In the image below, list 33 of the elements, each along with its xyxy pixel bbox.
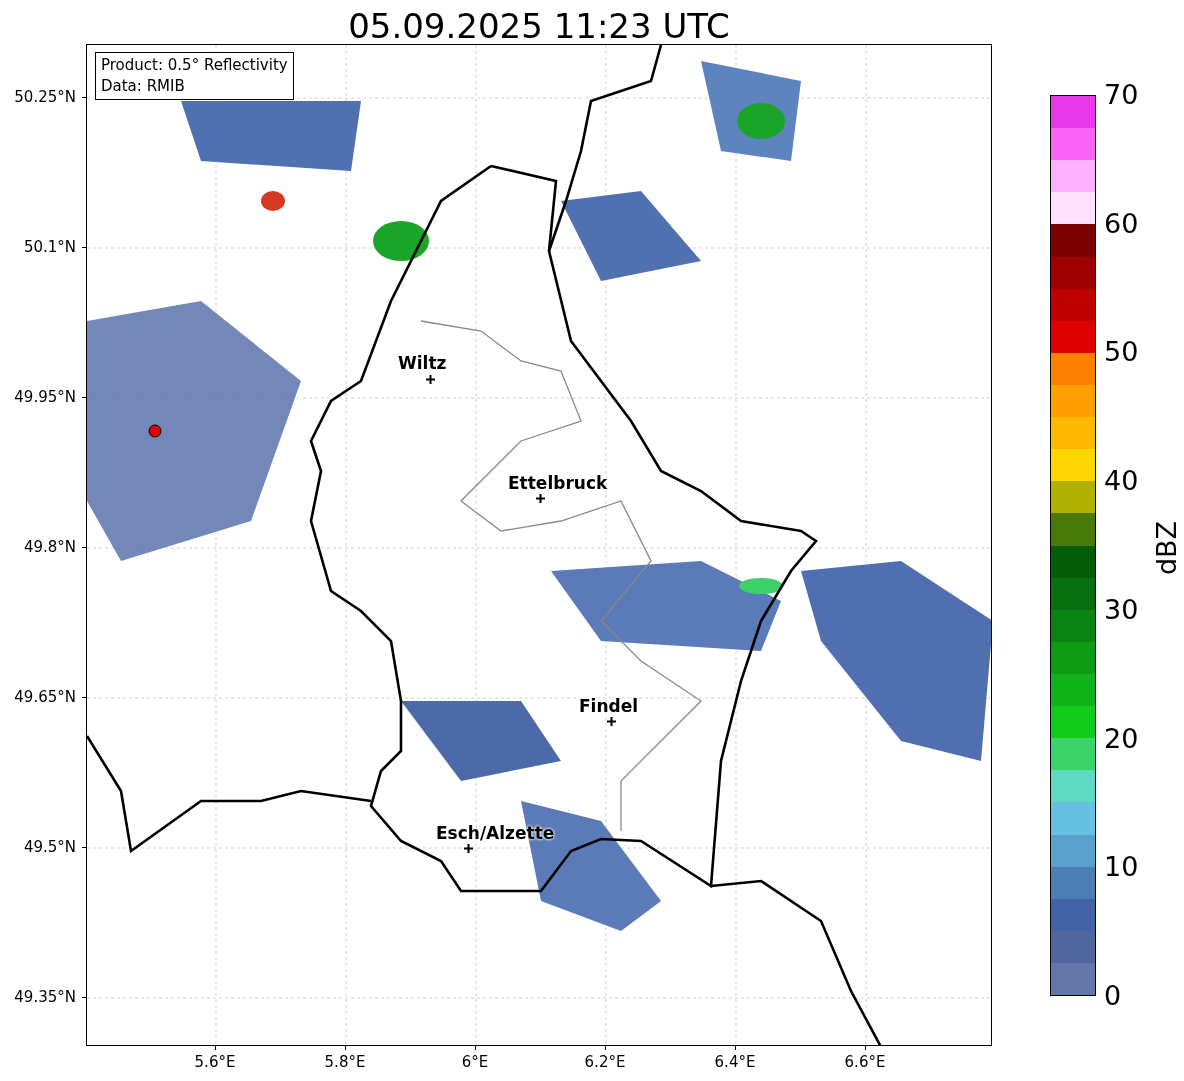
- axis-tick-label: 6°E: [460, 1053, 490, 1071]
- plus-marker-icon: [607, 717, 616, 726]
- axis-tick-label: 6.2°E: [583, 1053, 627, 1071]
- info-text: Data: RMIB: [101, 76, 186, 97]
- axis-tick-label: 49.65°N: [14, 688, 76, 706]
- axis-tick-label: 5.6°E: [193, 1053, 237, 1071]
- colorbar-tick-label: 70: [1104, 80, 1139, 110]
- place-label: Wiltz: [398, 353, 447, 373]
- plus-marker-icon: [464, 844, 473, 853]
- info-text: Product: 0.5° Reflectivity: [101, 55, 288, 76]
- colorbar-tick-label: 30: [1104, 594, 1139, 625]
- colorbar-tick-label: 0: [1104, 980, 1123, 1011]
- axis-tick-label: 6.4°E: [713, 1053, 757, 1071]
- axis-tick-label: 50.1°N: [23, 238, 76, 256]
- colorbar-tick-label: 40: [1104, 466, 1139, 497]
- colorbar-tick-label: 10: [1104, 852, 1139, 883]
- place-label: Ettelbruck: [508, 473, 608, 493]
- colorbar-tick-label: 20: [1104, 723, 1139, 754]
- plus-marker-icon: [536, 494, 545, 503]
- plus-marker-icon: [426, 375, 435, 384]
- axis-tick-label: 49.35°N: [14, 988, 76, 1006]
- axis-tick-label: 5.8°E: [323, 1053, 367, 1071]
- colorbar-label: dBZ: [1152, 520, 1183, 576]
- axis-tick-label: 49.5°N: [23, 838, 76, 856]
- axis-tick-label: 49.95°N: [14, 388, 76, 406]
- axis-tick-label: 49.8°N: [23, 538, 76, 556]
- chart-title: 05.09.2025 11:23 UTC: [347, 5, 731, 48]
- axis-tick-label: 6.6°E: [843, 1053, 887, 1071]
- radar-site-icon: [148, 424, 162, 438]
- colorbar-tick-label: 60: [1104, 208, 1139, 239]
- colorbar-tick-label: 50: [1104, 337, 1139, 368]
- axis-tick-label: 50.25°N: [14, 88, 76, 106]
- place-label: Findel: [579, 696, 639, 716]
